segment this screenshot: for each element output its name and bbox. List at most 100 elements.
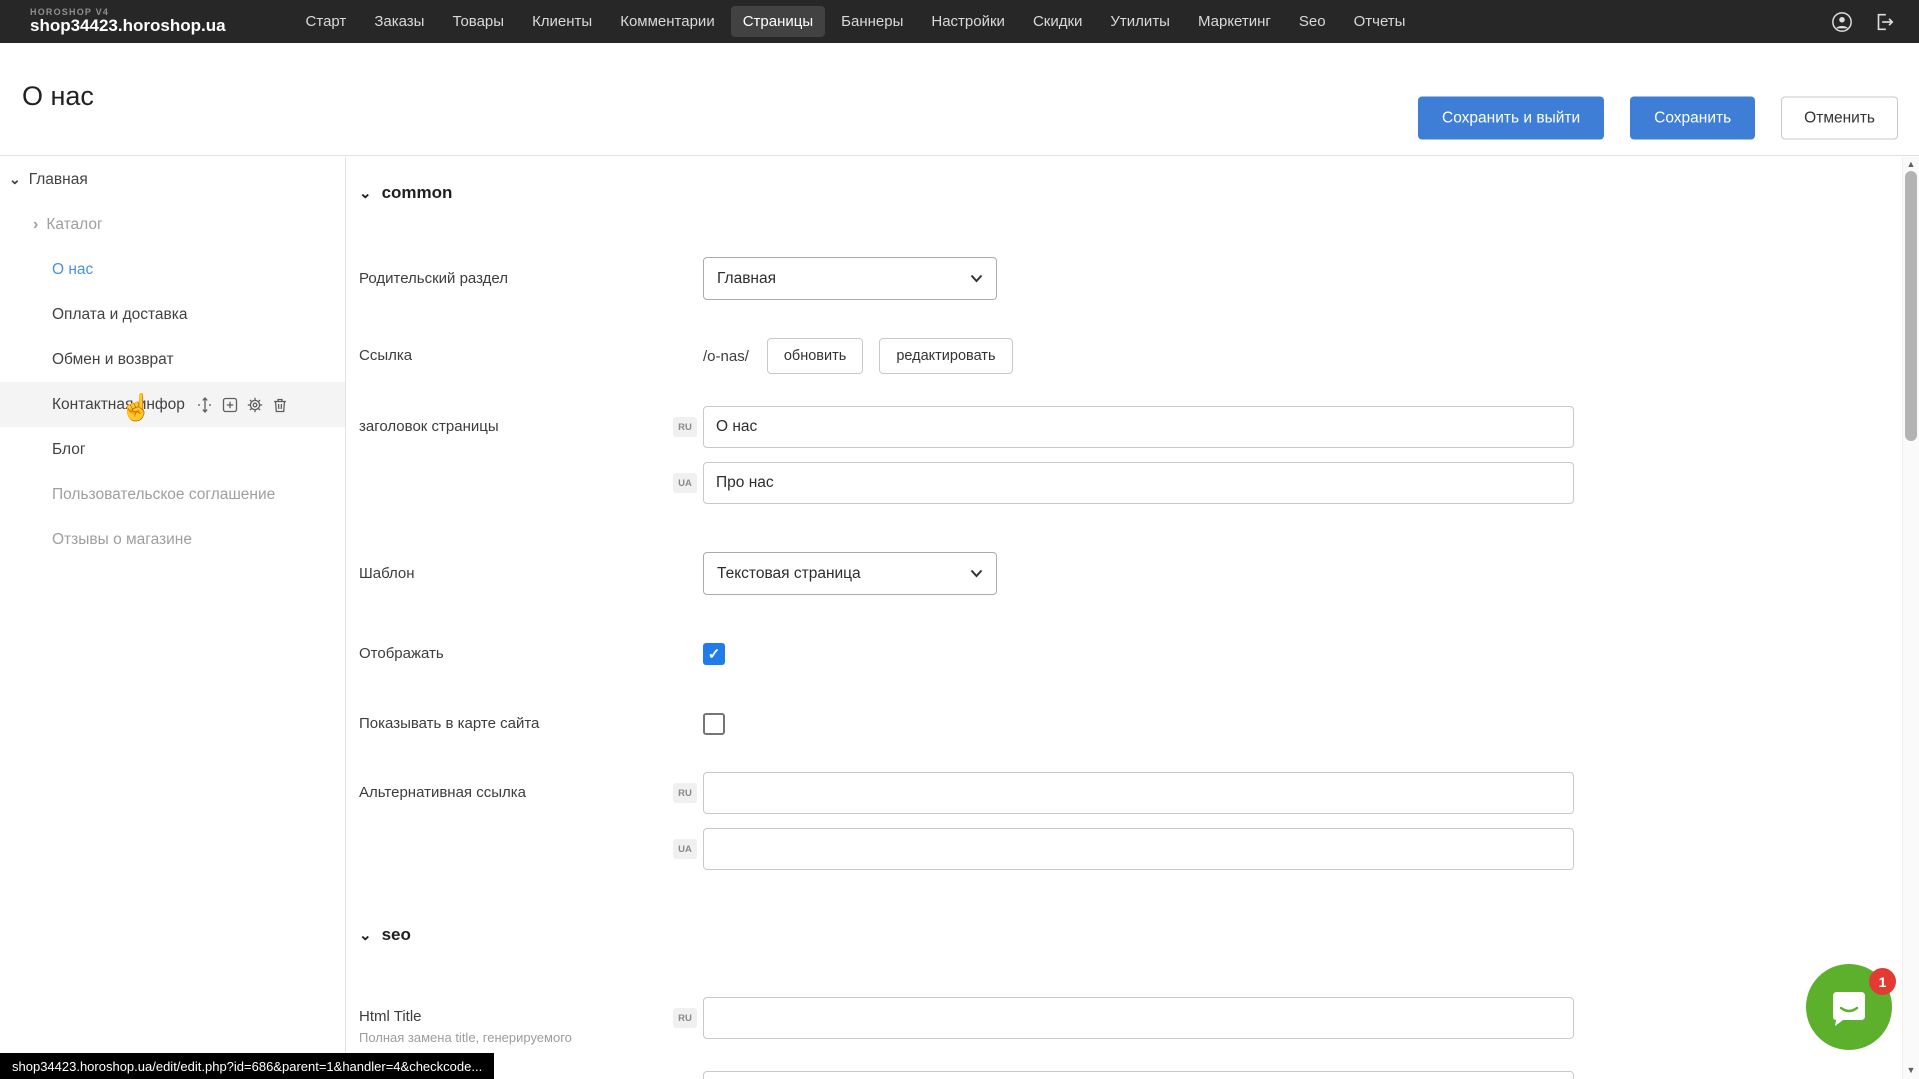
field-label: Html Title: [359, 1008, 689, 1025]
tree-item-label: О нас: [52, 261, 93, 279]
chevron-down-icon: [970, 569, 983, 578]
nav-item-utilities[interactable]: Утилиты: [1098, 6, 1182, 37]
field-label: Показывать в карте сайта: [359, 713, 689, 735]
page-title-ru-input[interactable]: [703, 406, 1574, 448]
app-logo[interactable]: HOROSHOP V4 shop34423.horoshop.ua: [30, 8, 226, 35]
nav-item-banners[interactable]: Баннеры: [829, 6, 915, 37]
chat-bubble-icon: [1829, 988, 1869, 1028]
field-label: Родительский раздел: [359, 257, 689, 300]
tree-item-hover-actions: [197, 397, 288, 413]
chevron-down-icon: ⌄: [359, 926, 372, 944]
template-select[interactable]: Текстовая страница: [703, 552, 997, 595]
chat-unread-badge: 1: [1869, 968, 1896, 995]
parent-section-select[interactable]: Главная: [703, 257, 997, 300]
field-label: заголовок страницы: [359, 406, 689, 448]
field-label: Шаблон: [359, 552, 689, 595]
alt-link-ru-input[interactable]: [703, 772, 1574, 814]
header-actions: Сохранить и выйти Сохранить Отменить: [1418, 97, 1898, 140]
select-value: Текстовая страница: [717, 565, 861, 583]
field-label: Альтернативная ссылка: [359, 772, 689, 814]
tree-item-about-us[interactable]: О нас: [0, 247, 345, 292]
tree-item-home[interactable]: ⌄ Главная: [0, 157, 345, 202]
chat-widget-button[interactable]: 1: [1806, 964, 1892, 1050]
field-label: Отображать: [359, 643, 689, 665]
scroll-up-icon[interactable]: ▲: [1903, 159, 1919, 169]
account-icon[interactable]: [1831, 11, 1853, 33]
tree-item-contact-info[interactable]: Контактная инфор: [0, 382, 345, 427]
tree-item-label: Блог: [52, 441, 86, 459]
nav-item-orders[interactable]: Заказы: [362, 6, 436, 37]
chevron-down-icon: [970, 274, 983, 283]
field-hint: Полная замена title, генерируемого: [359, 1030, 689, 1046]
tree-item-user-agreement[interactable]: Пользовательское соглашение: [0, 472, 345, 517]
section-seo[interactable]: ⌄ seo: [359, 925, 411, 945]
tree-item-catalog[interactable]: › Каталог: [0, 202, 345, 247]
gear-icon[interactable]: [247, 397, 263, 413]
tree-item-label: Оплата и доставка: [52, 306, 188, 324]
lang-ua-badge: UA: [673, 473, 697, 493]
nav-item-settings[interactable]: Настройки: [919, 6, 1017, 37]
lang-ru-badge: RU: [673, 417, 697, 437]
link-path-value: /o-nas/: [703, 348, 749, 365]
nav-item-clients[interactable]: Клиенты: [520, 6, 604, 37]
logout-icon[interactable]: [1873, 11, 1895, 33]
sitemap-checkbox[interactable]: [703, 713, 725, 735]
scrollbar-thumb[interactable]: [1905, 171, 1917, 441]
cancel-button[interactable]: Отменить: [1781, 97, 1898, 140]
tree-item-payment-delivery[interactable]: Оплата и доставка: [0, 292, 345, 337]
tree-item-store-reviews[interactable]: Отзывы о магазине: [0, 517, 345, 562]
chevron-right-icon[interactable]: ›: [33, 216, 38, 234]
save-button[interactable]: Сохранить: [1630, 97, 1755, 140]
vertical-scrollbar[interactable]: ▲ ▼: [1902, 157, 1919, 1079]
link-refresh-button[interactable]: обновить: [767, 338, 863, 374]
topbar-right-icons: [1831, 11, 1895, 33]
tree-item-label: Отзывы о магазине: [52, 531, 192, 549]
form-row-page-title-ua: UA: [347, 462, 1902, 504]
form-row-html-title-ru: Html Title Полная замена title, генериру…: [347, 997, 1902, 1039]
nav-item-seo[interactable]: Seo: [1287, 6, 1338, 37]
page-title-ua-input[interactable]: [703, 462, 1574, 504]
page-title: О нас: [22, 81, 94, 112]
lang-ua-badge: UA: [673, 839, 697, 859]
html-title-ua-input[interactable]: [703, 1071, 1574, 1079]
select-value: Главная: [717, 270, 776, 288]
tree-item-blog[interactable]: Блог: [0, 427, 345, 472]
form-row-alt-link-ua: UA: [347, 828, 1902, 870]
scroll-down-icon[interactable]: ▼: [1903, 1065, 1919, 1075]
nav-item-reports[interactable]: Отчеты: [1342, 6, 1418, 37]
save-and-exit-button[interactable]: Сохранить и выйти: [1418, 97, 1604, 140]
add-icon[interactable]: [222, 397, 238, 413]
nav-item-comments[interactable]: Комментарии: [608, 6, 726, 37]
link-edit-button[interactable]: редактировать: [879, 338, 1012, 374]
tree-item-exchange-return[interactable]: Обмен и возврат: [0, 337, 345, 382]
page-edit-form: ⌄ common Родительский раздел Главная Ссы…: [347, 157, 1902, 1079]
status-url: shop34423.horoshop.ua/edit/edit.php?id=6…: [12, 1059, 482, 1074]
nav-item-products[interactable]: Товары: [440, 6, 516, 37]
tree-item-label: Контактная инфор: [52, 396, 185, 414]
form-row-alt-link-ru: Альтернативная ссылка RU: [347, 772, 1902, 814]
lang-ru-badge: RU: [673, 783, 697, 803]
tree-item-label: Каталог: [46, 216, 102, 234]
section-common[interactable]: ⌄ common: [359, 183, 452, 203]
section-title: seo: [382, 925, 411, 945]
trash-icon[interactable]: [272, 397, 288, 413]
nav-item-marketing[interactable]: Маркетинг: [1186, 6, 1283, 37]
alt-link-ua-input[interactable]: [703, 828, 1574, 870]
html-title-ru-input[interactable]: [703, 997, 1574, 1039]
field-label-block: Html Title Полная замена title, генериру…: [359, 997, 689, 1046]
top-navigation-bar: HOROSHOP V4 shop34423.horoshop.ua Старт …: [0, 0, 1919, 43]
nav-item-discounts[interactable]: Скидки: [1021, 6, 1094, 37]
tree-item-label: Пользовательское соглашение: [52, 486, 275, 504]
pages-tree-sidebar: ⌄ Главная › Каталог О нас Оплата и доста…: [0, 157, 346, 1079]
main-nav: Старт Заказы Товары Клиенты Комментарии …: [294, 6, 1418, 37]
nav-item-pages[interactable]: Страницы: [731, 6, 825, 37]
field-label: Ссылка: [359, 338, 689, 374]
check-icon: ✓: [708, 645, 721, 663]
nav-item-start[interactable]: Старт: [294, 6, 359, 37]
lang-ru-badge: RU: [673, 1008, 697, 1028]
move-icon[interactable]: [197, 397, 213, 413]
link-preview-statusbar: shop34423.horoshop.ua/edit/edit.php?id=6…: [0, 1053, 494, 1079]
display-checkbox[interactable]: ✓: [703, 643, 725, 665]
chevron-down-icon[interactable]: ⌄: [9, 171, 21, 188]
tree-item-label: Главная: [29, 171, 88, 189]
